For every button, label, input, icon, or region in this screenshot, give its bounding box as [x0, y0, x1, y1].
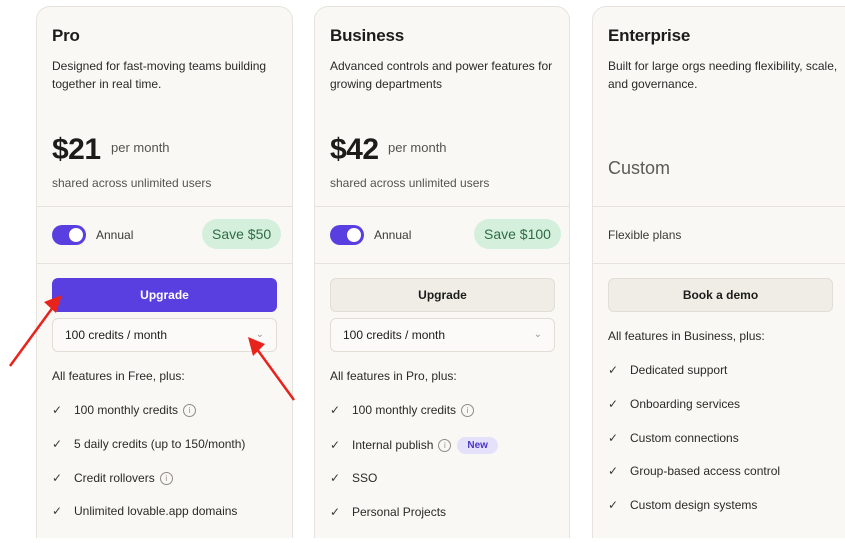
annotation-arrows [8, 295, 296, 401]
red-arrow [248, 337, 296, 401]
red-arrow [8, 295, 62, 367]
